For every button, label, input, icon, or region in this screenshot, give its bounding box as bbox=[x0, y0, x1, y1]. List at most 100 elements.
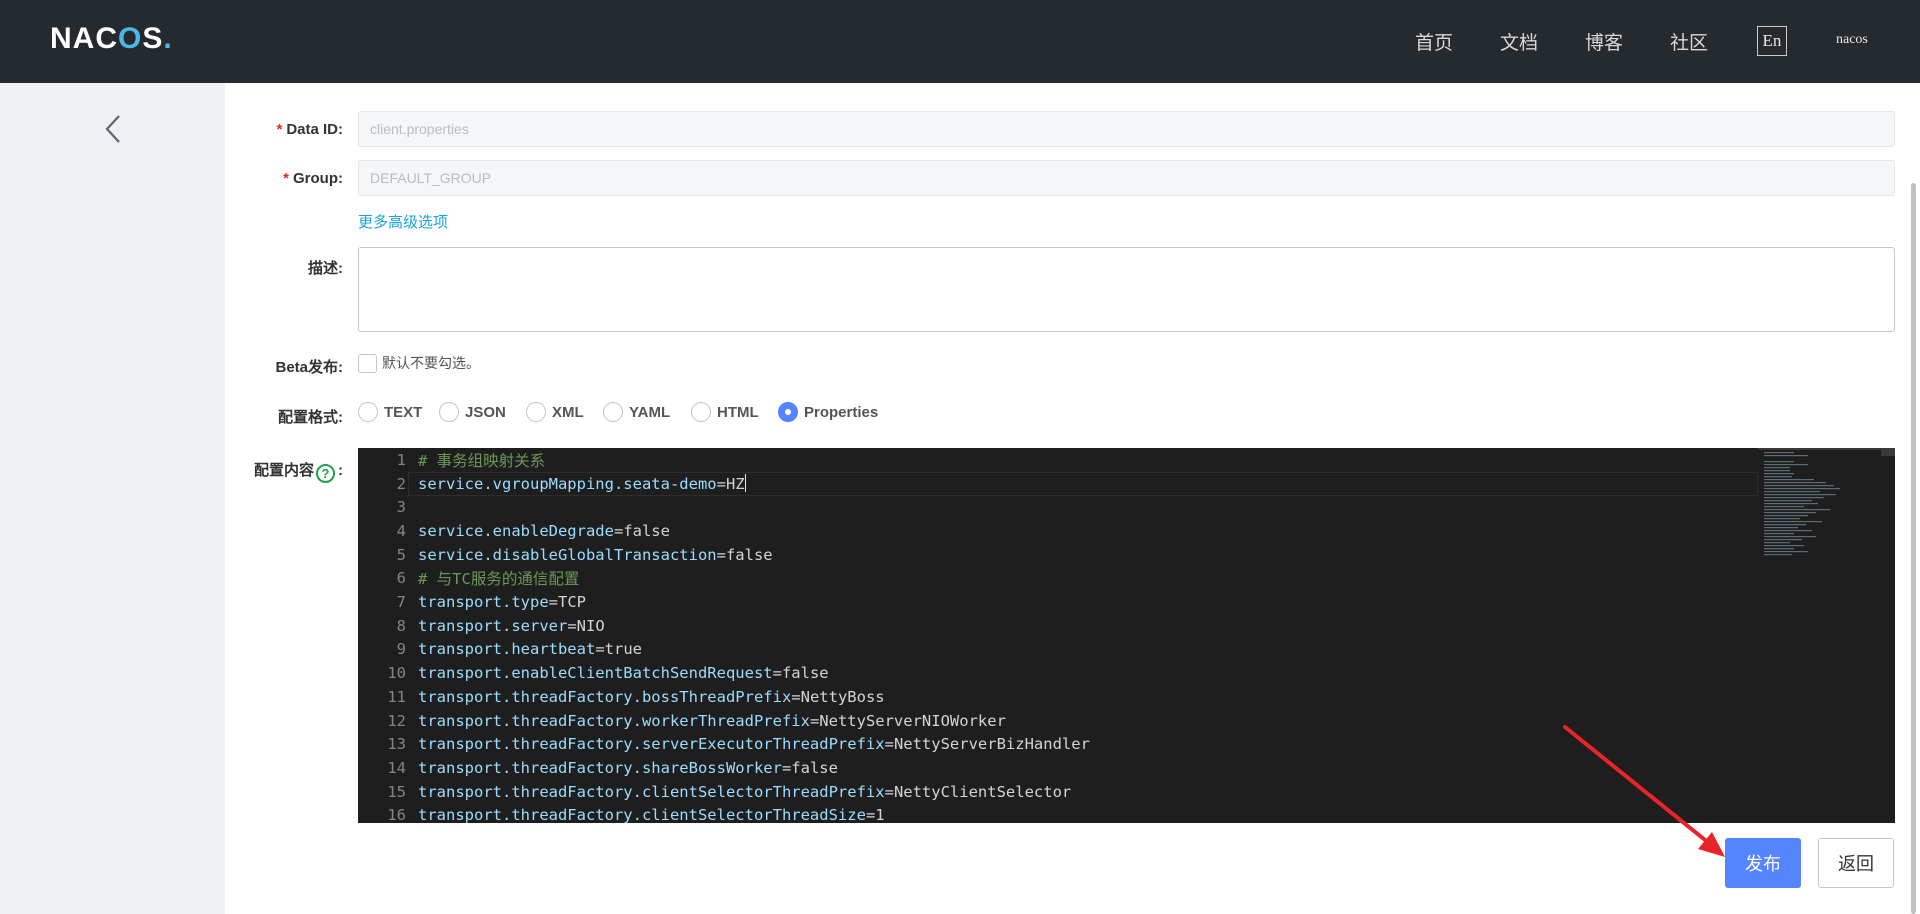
code-line[interactable]: 14 transport.threadFactory.shareBossWorke… bbox=[358, 756, 1758, 780]
line-number: 11 bbox=[387, 687, 406, 706]
line-number: 13 bbox=[387, 735, 406, 754]
code-line[interactable]: 6 # 与TC服务的通信配置 bbox=[358, 567, 1758, 591]
code-line[interactable]: 1 # 事务组映射关系 bbox=[358, 448, 1758, 472]
property-key: service.disableGlobalTransaction bbox=[418, 545, 717, 564]
equals-sign: = bbox=[809, 711, 820, 730]
editor-minimap[interactable] bbox=[1758, 448, 1895, 823]
format-option-yaml[interactable]: YAML bbox=[603, 402, 670, 422]
property-key: transport.enableClientBatchSendRequest bbox=[418, 664, 773, 683]
line-number: 2 bbox=[396, 474, 406, 493]
nav-community[interactable]: 社区 bbox=[1670, 28, 1708, 55]
format-option-html[interactable]: HTML bbox=[691, 402, 759, 422]
equals-sign: = bbox=[613, 521, 624, 540]
description-textarea[interactable] bbox=[358, 247, 1895, 332]
back-button[interactable]: 返回 bbox=[1818, 838, 1894, 888]
line-number: 16 bbox=[387, 806, 406, 823]
line-number: 10 bbox=[387, 664, 406, 683]
line-content: service.enableDegrade=false bbox=[418, 522, 670, 540]
page-scrollbar[interactable] bbox=[1911, 183, 1916, 914]
content-label: 配置内容?: bbox=[253, 462, 343, 483]
code-line[interactable]: 16 transport.threadFactory.clientSelector… bbox=[358, 804, 1758, 823]
line-number: 4 bbox=[396, 521, 406, 540]
property-value: false bbox=[623, 521, 670, 540]
advanced-options-link[interactable]: 更多高级选项 bbox=[358, 211, 448, 232]
language-switch-button[interactable]: En bbox=[1757, 26, 1787, 56]
description-label: 描述: bbox=[308, 260, 343, 277]
group-label: * Group: bbox=[283, 170, 343, 187]
code-line[interactable]: 15 transport.threadFactory.clientSelector… bbox=[358, 780, 1758, 804]
help-icon[interactable]: ? bbox=[316, 464, 335, 483]
radio-circle[interactable] bbox=[358, 402, 378, 422]
property-key: transport.threadFactory.clientSelectorTh… bbox=[418, 782, 885, 801]
property-key: transport.server bbox=[418, 616, 568, 635]
property-key: service.vgroupMapping.seata-demo bbox=[418, 475, 717, 494]
equals-sign: = bbox=[884, 782, 894, 801]
line-number: 3 bbox=[396, 498, 406, 517]
code-line[interactable]: 4 service.enableDegrade=false bbox=[358, 519, 1758, 543]
property-value: NIO bbox=[576, 616, 605, 635]
property-key: transport.threadFactory.shareBossWorker bbox=[418, 758, 782, 777]
code-line[interactable]: 11 transport.threadFactory.bossThreadPref… bbox=[358, 685, 1758, 709]
code-line[interactable]: 8 transport.server=NIO bbox=[358, 614, 1758, 638]
equals-sign: = bbox=[884, 735, 894, 754]
property-value: 1 bbox=[875, 806, 885, 823]
property-key: transport.threadFactory.workerThreadPref… bbox=[418, 711, 810, 730]
line-content: transport.threadFactory.serverExecutorTh… bbox=[418, 735, 1090, 753]
property-key: service.enableDegrade bbox=[418, 521, 614, 540]
user-menu[interactable]: nacos bbox=[1836, 32, 1868, 48]
format-option-properties[interactable]: Properties bbox=[778, 402, 878, 422]
code-line[interactable]: 7 transport.type=TCP bbox=[358, 590, 1758, 614]
radio-circle[interactable] bbox=[603, 402, 623, 422]
back-arrow-icon[interactable] bbox=[100, 112, 126, 146]
beta-option[interactable]: 默认不要勾选。 bbox=[358, 353, 480, 373]
code-line[interactable]: 10 transport.enableClientBatchSendRequest… bbox=[358, 661, 1758, 685]
property-key: transport.threadFactory.clientSelectorTh… bbox=[418, 806, 866, 823]
format-option-xml[interactable]: XML bbox=[526, 402, 584, 422]
property-value: false bbox=[781, 664, 829, 683]
line-content: transport.threadFactory.clientSelectorTh… bbox=[418, 806, 885, 823]
line-content: transport.threadFactory.bossThreadPrefix… bbox=[418, 688, 885, 706]
property-key: transport.type bbox=[418, 593, 549, 612]
format-option-text[interactable]: TEXT bbox=[358, 402, 422, 422]
code-line[interactable]: 12 transport.threadFactory.workerThreadPr… bbox=[358, 709, 1758, 733]
property-key: transport.heartbeat bbox=[418, 640, 596, 659]
equals-sign: = bbox=[791, 687, 801, 706]
publish-button[interactable]: 发布 bbox=[1725, 838, 1801, 888]
line-content: # 事务组映射关系 bbox=[418, 449, 545, 471]
data-id-input[interactable]: client.properties bbox=[358, 111, 1895, 147]
nav-home[interactable]: 首页 bbox=[1415, 28, 1453, 55]
equals-sign: = bbox=[716, 475, 726, 494]
line-content: transport.enableClientBatchSendRequest=f… bbox=[418, 664, 829, 682]
code-editor[interactable]: 1 # 事务组映射关系 2 service.vgroupMapping.seata-d… bbox=[358, 448, 1895, 823]
property-value: false bbox=[725, 545, 773, 564]
line-number: 6 bbox=[396, 569, 406, 588]
property-value: NettyClientSelector bbox=[893, 782, 1072, 801]
line-content: transport.threadFactory.shareBossWorker=… bbox=[418, 759, 838, 777]
line-content: transport.threadFactory.clientSelectorTh… bbox=[418, 783, 1071, 801]
top-nav-bar: NAC O S. 首页 文档 博客 社区 En nacos bbox=[0, 0, 1920, 83]
property-value: true bbox=[604, 640, 642, 659]
editor-scrollbar[interactable] bbox=[1881, 448, 1895, 456]
nav-docs[interactable]: 文档 bbox=[1500, 28, 1538, 55]
line-number: 14 bbox=[387, 758, 406, 777]
radio-circle-selected[interactable] bbox=[778, 402, 798, 422]
group-input[interactable]: DEFAULT_GROUP bbox=[358, 160, 1895, 196]
property-value: NettyServerBizHandler bbox=[893, 735, 1090, 754]
code-line[interactable]: 5 service.disableGlobalTransaction=false bbox=[358, 543, 1758, 567]
equals-sign: = bbox=[548, 593, 558, 612]
format-option-json[interactable]: JSON bbox=[439, 402, 506, 422]
code-line[interactable]: 13 transport.threadFactory.serverExecutor… bbox=[358, 732, 1758, 756]
line-number: 1 bbox=[396, 450, 406, 469]
radio-circle[interactable] bbox=[526, 402, 546, 422]
nacos-logo[interactable]: NAC O S. bbox=[50, 22, 173, 56]
line-number: 7 bbox=[396, 593, 406, 612]
radio-circle[interactable] bbox=[691, 402, 711, 422]
text-cursor bbox=[744, 474, 746, 493]
beta-checkbox[interactable] bbox=[358, 353, 377, 373]
nav-blog[interactable]: 博客 bbox=[1585, 28, 1623, 55]
code-line[interactable]: 2 service.vgroupMapping.seata-demo=HZ bbox=[358, 472, 1758, 496]
radio-circle[interactable] bbox=[439, 402, 459, 422]
code-line[interactable]: 3 bbox=[358, 495, 1758, 519]
format-label: 配置格式: bbox=[278, 409, 343, 426]
code-line[interactable]: 9 transport.heartbeat=true bbox=[358, 638, 1758, 662]
